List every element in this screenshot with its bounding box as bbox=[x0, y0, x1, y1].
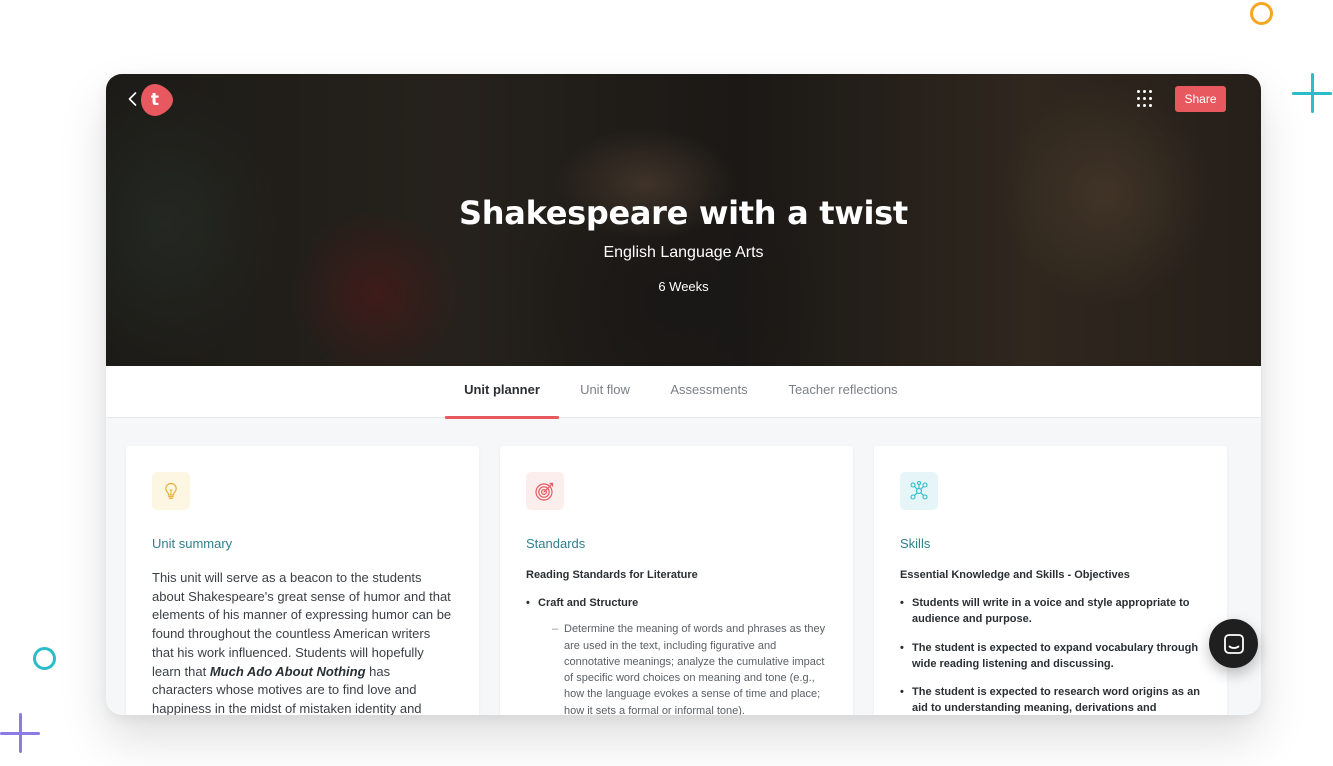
decorative-ring-teal bbox=[33, 647, 56, 670]
app-logo[interactable]: t bbox=[140, 83, 174, 117]
grid-dot-icon bbox=[1149, 104, 1152, 107]
grid-dot-icon bbox=[1143, 90, 1146, 93]
target-icon bbox=[526, 472, 564, 510]
grid-dot-icon bbox=[1143, 97, 1146, 100]
tab-assessments[interactable]: Assessments bbox=[662, 366, 756, 418]
chevron-left-icon bbox=[128, 92, 136, 106]
skills-subhead: Essential Knowledge and Skills - Objecti… bbox=[900, 569, 1130, 581]
tab-unit-planner[interactable]: Unit planner bbox=[445, 366, 559, 419]
standards-card[interactable]: Standards Reading Standards for Literatu… bbox=[500, 446, 853, 715]
grid-dot-icon bbox=[1137, 90, 1140, 93]
list-item: Craft and Structure Determine the meanin… bbox=[526, 595, 827, 715]
lightbulb-icon bbox=[152, 472, 190, 510]
skills-title: Skills bbox=[900, 536, 931, 551]
unit-subject: English Language Arts bbox=[603, 244, 764, 261]
network-icon bbox=[900, 472, 938, 510]
unit-duration: 6 Weeks bbox=[658, 279, 709, 294]
list-item: The student is expected to expand vocabu… bbox=[900, 640, 1201, 673]
chat-launcher-button[interactable] bbox=[1209, 619, 1258, 668]
skills-card[interactable]: Skills Essential Knowledge and Skills - … bbox=[874, 446, 1227, 715]
grid-dot-icon bbox=[1137, 97, 1140, 100]
unit-title: Shakespeare with a twist bbox=[459, 194, 908, 232]
standards-list: Craft and Structure Determine the meanin… bbox=[526, 595, 827, 715]
share-button[interactable]: Share bbox=[1175, 86, 1226, 112]
list-item: The student is expected to research word… bbox=[900, 684, 1201, 715]
tab-unit-flow[interactable]: Unit flow bbox=[568, 366, 642, 418]
logo-letter: t bbox=[150, 90, 160, 110]
grid-dot-icon bbox=[1149, 97, 1152, 100]
unit-summary-card[interactable]: Unit summary This unit will serve as a b… bbox=[126, 446, 479, 715]
grid-dot-icon bbox=[1137, 104, 1140, 107]
standards-title: Standards bbox=[526, 536, 586, 551]
hero-banner: t Share Shakespeare with a twist English… bbox=[106, 74, 1261, 366]
list-item: Students will write in a voice and style… bbox=[900, 595, 1201, 628]
unit-summary-text: This unit will serve as a beacon to the … bbox=[152, 570, 452, 715]
tab-bar: Unit planner Unit flow Assessments Teach… bbox=[106, 366, 1261, 419]
back-button[interactable] bbox=[124, 88, 140, 110]
tab-teacher-reflections[interactable]: Teacher reflections bbox=[776, 366, 910, 418]
standards-subhead: Reading Standards for Literature bbox=[526, 569, 698, 581]
apps-grid-button[interactable] bbox=[1137, 90, 1155, 108]
skills-list: Students will write in a voice and style… bbox=[900, 595, 1201, 715]
book-title-emphasis: Much Ado About Nothing bbox=[209, 663, 366, 679]
decorative-plus-purple bbox=[0, 713, 40, 753]
app-window: t Share Shakespeare with a twist English… bbox=[106, 74, 1261, 715]
unit-summary-title: Unit summary bbox=[152, 536, 233, 551]
grid-dot-icon bbox=[1143, 104, 1146, 107]
grid-dot-icon bbox=[1149, 90, 1152, 93]
chat-icon bbox=[1223, 633, 1244, 654]
decorative-ring-orange bbox=[1250, 2, 1273, 25]
standard-description: Determine the meaning of words and phras… bbox=[538, 621, 827, 715]
decorative-plus-teal bbox=[1292, 73, 1332, 113]
